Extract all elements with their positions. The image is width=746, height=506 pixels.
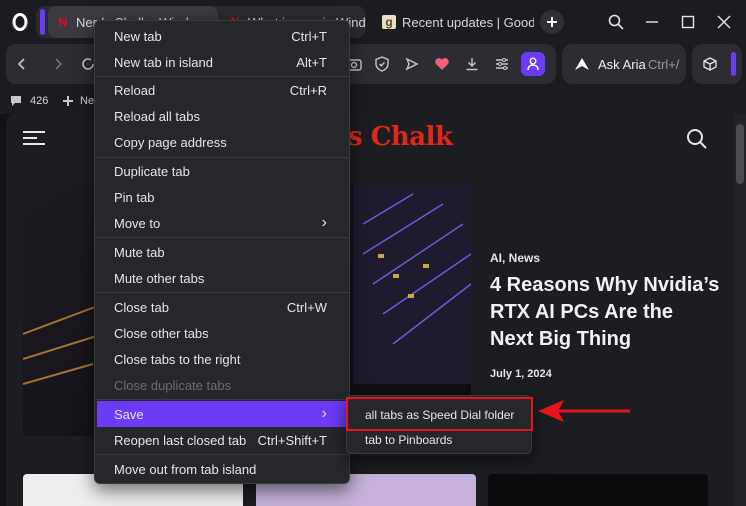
menu-item-reload[interactable]: Reload Ctrl+R: [97, 77, 347, 103]
menu-divider: [95, 399, 349, 400]
menu-item-pin-tab[interactable]: Pin tab: [97, 184, 347, 210]
menu-item-duplicate-tab[interactable]: Duplicate tab: [97, 158, 347, 184]
annotation-highlight-box: [346, 397, 533, 431]
menu-shortcut: Ctrl+W: [286, 299, 327, 315]
aria-label: Ask Aria: [598, 57, 646, 72]
submenu-item-pinboards[interactable]: tab to Pinboards: [365, 428, 452, 452]
annotation-arrow-icon: [536, 398, 632, 424]
easy-setup-icon[interactable]: [490, 52, 514, 76]
close-icon[interactable]: [710, 8, 738, 36]
menu-label: Close duplicate tabs: [114, 377, 232, 393]
menu-label: New tab: [114, 28, 162, 44]
tab-title: Recent updates | Goodreads: [402, 14, 534, 30]
tab-goodreads[interactable]: g Recent updates | Goodreads: [374, 6, 534, 38]
menu-label: Mute other tabs: [114, 270, 205, 286]
comment-icon: [10, 95, 22, 107]
island-color-bar: [40, 9, 45, 35]
cube-icon: [698, 52, 722, 76]
menu-item-reload-all-tabs[interactable]: Reload all tabs: [97, 103, 347, 129]
menu-item-close-tabs-to-right[interactable]: Close tabs to the right: [97, 346, 347, 372]
menu-item-save[interactable]: Save ›: [97, 401, 347, 427]
menu-label: Close other tabs: [114, 325, 209, 341]
menu-item-close-duplicate-tabs: Close duplicate tabs: [97, 372, 347, 398]
chevron-right-icon: ›: [321, 405, 327, 422]
menu-divider: [95, 292, 349, 293]
chevron-right-icon: ›: [321, 214, 327, 231]
heart-icon[interactable]: [430, 52, 454, 76]
new-link[interactable]: Ne: [80, 95, 94, 107]
menu-label: Mute tab: [114, 244, 165, 260]
menu-item-copy-page-address[interactable]: Copy page address: [97, 129, 347, 155]
menu-label: Duplicate tab: [114, 163, 190, 179]
scrollbar[interactable]: [734, 114, 746, 506]
plus-icon: [62, 95, 74, 107]
tab-context-menu: New tab Ctrl+T New tab in island Alt+T Rel…: [94, 20, 350, 484]
menu-item-new-tab-in-island[interactable]: New tab in island Alt+T: [97, 49, 347, 75]
menu-shortcut: Ctrl+Shift+T: [257, 432, 327, 448]
menu-item-close-tab[interactable]: Close tab Ctrl+W: [97, 294, 347, 320]
menu-item-close-other-tabs[interactable]: Close other tabs: [97, 320, 347, 346]
menu-label: Move to: [114, 215, 161, 231]
plus-icon[interactable]: [540, 10, 564, 34]
goodreads-icon: g: [382, 15, 396, 29]
profile-icon[interactable]: [521, 52, 545, 76]
article-categories[interactable]: AI, News: [490, 251, 540, 265]
menu-label: Move out from tab island: [114, 461, 257, 477]
submenu-label: tab to Pinboards: [365, 433, 453, 447]
forward-icon[interactable]: [46, 52, 70, 76]
hamburger-menu-icon[interactable]: [22, 130, 46, 146]
maximize-icon[interactable]: [674, 8, 702, 36]
menu-label: Close tab: [114, 299, 169, 315]
aria-icon: [570, 52, 594, 76]
back-icon[interactable]: [10, 52, 34, 76]
comment-count[interactable]: 426: [30, 95, 48, 107]
menu-label: Reload all tabs: [114, 108, 200, 124]
menu-label: Close tabs to the right: [114, 351, 241, 367]
menu-label: Copy page address: [114, 134, 227, 150]
send-icon[interactable]: [400, 52, 424, 76]
menu-shortcut: Alt+T: [296, 54, 327, 70]
aria-shortcut: Ctrl+/: [648, 57, 680, 72]
menu-shortcut: Ctrl+T: [291, 28, 327, 44]
shield-icon[interactable]: [370, 52, 394, 76]
menu-label: New tab in island: [114, 54, 213, 70]
opera-menu-icon[interactable]: [6, 8, 34, 36]
menu-item-move-out-from-island[interactable]: Move out from tab island: [97, 456, 347, 482]
menu-item-mute-other-tabs[interactable]: Mute other tabs: [97, 265, 347, 291]
netflix-n-icon: N: [58, 15, 68, 29]
menu-divider: [95, 454, 349, 455]
menu-item-move-to[interactable]: Move to ›: [97, 210, 347, 236]
minimize-icon[interactable]: [638, 8, 666, 36]
article-date: July 1, 2024: [490, 368, 552, 380]
menu-label: Reopen last closed tab: [114, 432, 247, 448]
article-card[interactable]: [488, 474, 708, 506]
menu-shortcut: Ctrl+R: [289, 82, 327, 98]
menu-label: Pin tab: [114, 189, 155, 205]
sidebar-indicator: [731, 52, 736, 76]
site-logo[interactable]: s Chalk: [348, 122, 453, 152]
menu-item-new-tab[interactable]: New tab Ctrl+T: [97, 23, 347, 49]
search-icon[interactable]: [686, 128, 708, 150]
search-icon[interactable]: [602, 8, 630, 36]
menu-label: Save: [114, 406, 144, 422]
menu-divider: [95, 237, 349, 238]
menu-item-reopen-last-closed-tab[interactable]: Reopen last closed tab Ctrl+Shift+T: [97, 427, 347, 453]
article-headline[interactable]: 4 Reasons Why Nvidia’s RTX AI PCs Are th…: [490, 272, 720, 353]
download-icon[interactable]: [460, 52, 484, 76]
menu-label: Reload: [114, 82, 156, 98]
menu-item-mute-tab[interactable]: Mute tab: [97, 239, 347, 265]
scrollbar-thumb[interactable]: [736, 124, 744, 184]
